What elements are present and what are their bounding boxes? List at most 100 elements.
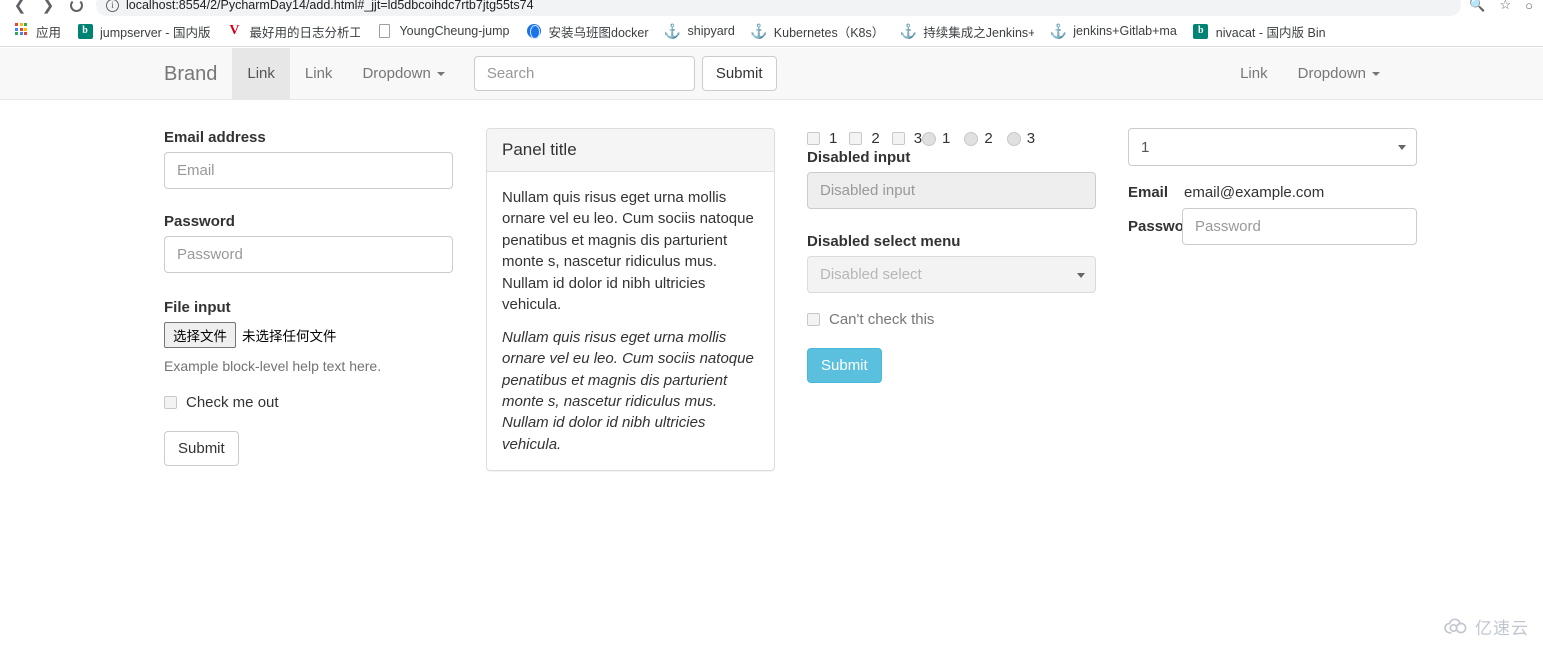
bing-icon: b — [1193, 23, 1209, 39]
address-bar-url: localhost:8554/2/PycharmDay14/add.html#_… — [126, 0, 534, 12]
forward-arrow-icon[interactable]: ❯ — [34, 0, 62, 16]
panel-column: Panel title Nullam quis risus eget urna … — [486, 128, 775, 472]
horizontal-email-label: Email — [1128, 184, 1169, 201]
browser-chrome: ❮ ❯ i localhost:8554/2/PycharmDay14/add.… — [0, 0, 1543, 48]
inline-radio-1[interactable] — [922, 131, 937, 146]
radio-group-3[interactable]: 3 — [1006, 130, 1036, 147]
nav-right-link[interactable]: Link — [1225, 48, 1283, 99]
file-input-label: File input — [164, 299, 231, 316]
profile-icon[interactable]: ○ — [1525, 0, 1533, 13]
v-logo-icon: V — [229, 23, 240, 38]
number-select[interactable]: 1 — [1128, 128, 1417, 166]
inline-radio-label-3: 3 — [1026, 130, 1036, 147]
radio-group-2[interactable]: 2 — [964, 130, 993, 147]
disabled-select-label: Disabled select menu — [807, 233, 961, 250]
nav-right-dropdown-label: Dropdown — [1297, 65, 1366, 82]
anchor-icon: ⚓ — [1049, 23, 1067, 39]
bookmark-jenkins[interactable]: ⚓ 持续集成之Jenkins+ — [892, 19, 1042, 43]
disabled-input-label: Disabled input — [807, 149, 911, 166]
bookmark-log-analysis[interactable]: V 最好用的日志分析工 — [218, 19, 368, 43]
basic-form-column: Email address Password File input 选择文件 未… — [164, 129, 453, 466]
page-content: Brand Link Link Dropdown Submit Link Dro… — [0, 48, 1543, 651]
primary-submit-button[interactable]: Submit — [807, 348, 882, 383]
navbar-search-form: Submit — [473, 48, 777, 99]
panel-title: Panel title — [502, 140, 577, 159]
horizontal-form-column: 1 Email email@example.com Password — [1128, 128, 1417, 245]
email-field[interactable] — [164, 152, 453, 189]
check-me-out-row[interactable]: Check me out — [164, 394, 453, 411]
file-input-row[interactable]: 选择文件 未选择任何文件 — [164, 322, 453, 348]
document-icon — [376, 23, 392, 39]
password-horizontal-row: Password — [1128, 208, 1417, 245]
bookmark-shipyard[interactable]: ⚓ shipyard — [657, 19, 743, 43]
star-icon[interactable]: ☆ — [1499, 0, 1511, 13]
bookmark-label: 安装乌班图docker — [548, 25, 649, 40]
panel-heading: Panel title — [487, 129, 774, 172]
chevron-down-icon — [1372, 71, 1380, 76]
check-me-out-label: Check me out — [186, 394, 279, 411]
bookmark-kubernetes[interactable]: ⚓ Kubernetes（K8s） — [743, 19, 892, 43]
bookmark-ubuntu-docker[interactable]: 安装乌班图docker — [518, 19, 657, 43]
search-icon[interactable]: 🔍 — [1469, 0, 1485, 13]
navbar-brand[interactable]: Brand — [149, 48, 232, 99]
cant-check-this-row: Can't check this — [807, 311, 1096, 328]
nav-link-2[interactable]: Link — [290, 48, 348, 99]
bookmark-jumpserver[interactable]: b jumpserver - 国内版 — [69, 19, 218, 43]
navbar-right-group: Link Dropdown — [1225, 48, 1395, 99]
bookmark-label: Kubernetes（K8s） — [773, 25, 885, 40]
site-navbar: Brand Link Link Dropdown Submit Link Dro… — [0, 48, 1543, 100]
navbar-submit-button[interactable]: Submit — [701, 56, 777, 91]
inline-checkbox-label-2: 2 — [871, 130, 880, 147]
panel-paragraph-2: Nullam quis risus eget urna mollis ornar… — [502, 328, 754, 453]
bookmark-apps[interactable]: 应用 — [5, 19, 69, 43]
email-label: Email address — [164, 129, 266, 146]
globe-icon — [526, 23, 542, 39]
bookmark-label: 应用 — [36, 25, 62, 40]
check-me-out-checkbox[interactable] — [164, 396, 177, 409]
anchor-icon: ⚓ — [899, 23, 917, 39]
inline-checkbox-2[interactable] — [849, 132, 863, 145]
bookmark-jenkins-gitlab[interactable]: ⚓ jenkins+Gitlab+ma — [1042, 19, 1185, 43]
nav-dropdown-label: Dropdown — [362, 65, 431, 82]
inline-checkbox-label-3: 3 — [913, 130, 923, 147]
choose-file-button[interactable]: 选择文件 — [164, 322, 236, 348]
horizontal-password-field[interactable] — [1182, 208, 1417, 245]
bing-icon: b — [77, 23, 93, 39]
checkbox-group-2[interactable]: 2 — [849, 130, 880, 147]
number-select-wrapper: 1 — [1128, 128, 1417, 166]
disabled-input-field — [807, 172, 1096, 209]
cant-check-this-label: Can't check this — [829, 311, 935, 328]
inline-checkbox-3[interactable] — [891, 132, 905, 145]
address-bar[interactable]: i localhost:8554/2/PycharmDay14/add.html… — [96, 0, 1462, 16]
bookmark-label: nivacat - 国内版 Bin — [1215, 25, 1326, 40]
back-arrow-icon[interactable]: ❮ — [6, 0, 34, 16]
inline-checkbox-1[interactable] — [807, 132, 820, 145]
disabled-select-menu: Disabled select — [807, 256, 1096, 293]
anchor-icon: ⚓ — [663, 23, 682, 39]
reload-icon[interactable] — [62, 0, 90, 16]
chrome-toolbar-right: 🔍 ☆ ○ — [1469, 0, 1543, 13]
controls-column: 1 2 3 1 2 3 Disabled input Disabled inpu… — [807, 130, 1096, 383]
content-area: Email address Password File input 选择文件 未… — [0, 100, 1543, 651]
nav-dropdown[interactable]: Dropdown — [347, 48, 459, 99]
bookmark-youngcheung[interactable]: YoungCheung-jump — [368, 19, 517, 43]
nav-right-dropdown[interactable]: Dropdown — [1283, 48, 1395, 99]
inline-radio-3[interactable] — [1006, 131, 1021, 146]
search-input[interactable] — [473, 56, 695, 91]
radio-group-1[interactable]: 1 — [922, 130, 950, 147]
bookmark-label: jenkins+Gitlab+ma — [1073, 24, 1177, 38]
inline-radio-2[interactable] — [964, 131, 979, 146]
email-static-row: Email email@example.com — [1128, 184, 1417, 201]
panel-paragraph-1: Nullam quis risus eget urna mollis ornar… — [502, 189, 754, 314]
checkbox-group-3[interactable]: 3 — [891, 130, 923, 147]
password-field[interactable] — [164, 236, 453, 273]
site-info-icon[interactable]: i — [106, 0, 119, 12]
left-submit-button[interactable]: Submit — [164, 431, 239, 466]
inline-checkbox-label-1: 1 — [829, 130, 838, 147]
nav-link-1[interactable]: Link — [232, 48, 290, 99]
file-status-text: 未选择任何文件 — [242, 329, 337, 344]
chevron-down-icon — [436, 71, 445, 76]
bookmark-nivacat[interactable]: b nivacat - 国内版 Bin — [1185, 19, 1334, 43]
checkbox-group-1[interactable]: 1 — [807, 130, 837, 147]
watermark: 亿速云 — [1444, 614, 1529, 639]
